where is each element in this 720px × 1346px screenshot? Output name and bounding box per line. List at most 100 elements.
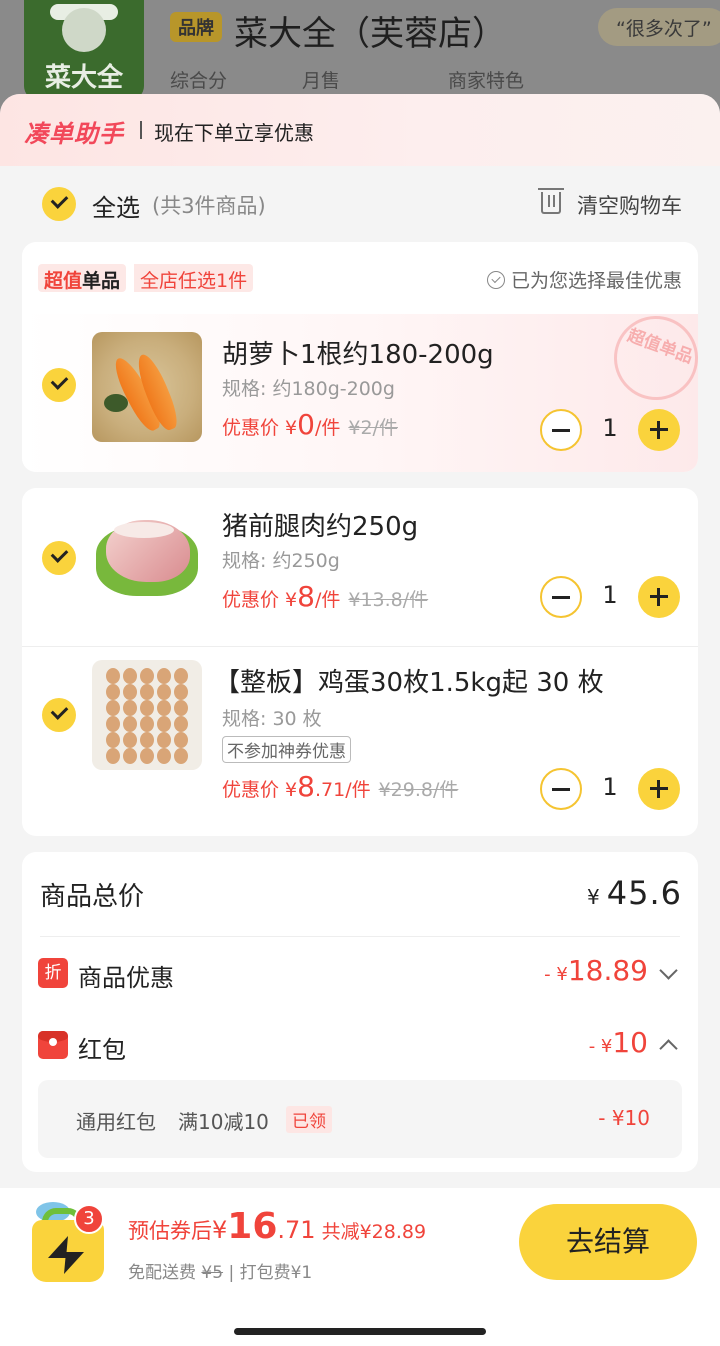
price-value: 0 xyxy=(297,408,315,441)
item-check-icon[interactable] xyxy=(42,698,76,732)
egg-shape xyxy=(157,668,171,684)
hongbao-value[interactable]: - ¥10 xyxy=(589,1026,648,1059)
egg-shape xyxy=(123,700,137,716)
item-spec: 规格: 30 枚 xyxy=(222,708,322,730)
egg-shape xyxy=(140,748,154,764)
summary-divider xyxy=(40,936,680,937)
order-helper-bar: 凑单助手 现在下单立享优惠 xyxy=(0,94,720,166)
item-check-icon[interactable] xyxy=(42,368,76,402)
original-price: ¥2/件 xyxy=(348,417,398,439)
estimated-price: 预估券后¥16.71 共减¥28.89 xyxy=(128,1206,426,1247)
fee-info: 免配送费 ¥5 | 打包费¥1 xyxy=(128,1258,312,1283)
deal-badge-dark: 单品 xyxy=(82,270,121,292)
items-card: 猪前腿肉约250g 规格: 约250g 优惠价 ¥8/件 ¥13.8/件 1 【整… xyxy=(22,488,698,836)
check-circle-icon xyxy=(486,271,505,289)
estimate-symbol: ¥ xyxy=(212,1216,228,1244)
egg-shape xyxy=(106,684,120,700)
price-summary-card: 商品总价 ¥45.6 折 商品优惠 - ¥18.89 红包 - ¥10 通用红包… xyxy=(22,852,698,1172)
helper-divider xyxy=(140,121,142,139)
item-name[interactable]: 猪前腿肉约250g xyxy=(222,506,418,543)
cart-item-pork: 猪前腿肉约250g 规格: 约250g 优惠价 ¥8/件 ¥13.8/件 1 xyxy=(22,488,698,646)
quantity: 1 xyxy=(602,773,618,801)
select-all-label[interactable]: 全选 xyxy=(92,188,140,223)
egg-shape xyxy=(140,684,154,700)
plus-icon[interactable] xyxy=(638,576,680,618)
packing-fee: | 打包费¥1 xyxy=(228,1263,313,1283)
item-name[interactable]: 胡萝卜1根约180-200g xyxy=(222,334,494,371)
select-all-check-icon[interactable] xyxy=(42,187,76,221)
deal-card: 超值单品 全店任选1件 已为您选择最佳优惠 超值单品 胡萝卜1根约180-200… xyxy=(22,242,698,472)
hongbao-amount: 10 xyxy=(612,1026,648,1059)
egg-shape xyxy=(106,668,120,684)
item-name[interactable]: 【整板】鸡蛋30枚1.5kg起 30 枚 xyxy=(214,662,604,699)
egg-shape xyxy=(157,716,171,732)
cart-count-badge: 3 xyxy=(74,1204,104,1234)
free-delivery-label: 免配送费 xyxy=(128,1263,196,1283)
delivery-fee-original: ¥5 xyxy=(201,1263,224,1283)
carrot-image xyxy=(92,332,202,442)
egg-shape xyxy=(123,684,137,700)
cart-item-eggs: 【整板】鸡蛋30枚1.5kg起 30 枚 规格: 30 枚 不参加神券优惠 优惠… xyxy=(22,646,698,836)
price-value: 8 xyxy=(297,580,315,613)
deal-subtitle: 全店任选1件 xyxy=(134,264,254,292)
helper-logo: 凑单助手 xyxy=(24,120,124,148)
egg-shape xyxy=(174,716,188,732)
original-price: ¥29.8/件 xyxy=(378,779,459,801)
item-count: (共3件商品) xyxy=(152,194,266,218)
egg-shape xyxy=(157,684,171,700)
estimate-decimal: .71 xyxy=(277,1216,316,1244)
red-packet-amount: - ¥10 xyxy=(598,1106,650,1130)
store-logo: 菜大全 xyxy=(24,0,144,100)
egg-shape xyxy=(174,684,188,700)
price-label: 优惠价 ¥ xyxy=(222,779,298,801)
total-label: 商品总价 xyxy=(40,882,145,912)
item-price: 优惠价 ¥0/件 ¥2/件 xyxy=(222,408,398,441)
discount-label[interactable]: 商品优惠 xyxy=(78,958,174,993)
trash-icon[interactable] xyxy=(538,188,564,214)
total-saved: 共减¥28.89 xyxy=(321,1221,427,1243)
deal-stamp: 超值单品 xyxy=(602,304,698,412)
cart-sheet: 凑单助手 现在下单立享优惠 全选 (共3件商品) 清空购物车 超值单品 全店任选… xyxy=(0,94,720,1346)
brand-tag: 品牌 xyxy=(170,12,222,42)
checkout-bar: 3 预估券后¥16.71 共减¥28.89 免配送费 ¥5 | 打包费¥1 去结算 xyxy=(0,1188,720,1346)
deal-header: 超值单品 全店任选1件 已为您选择最佳优惠 xyxy=(22,242,698,314)
clear-cart-button[interactable]: 清空购物车 xyxy=(577,190,682,220)
item-price: 优惠价 ¥8/件 ¥13.8/件 xyxy=(222,580,428,613)
egg-shape xyxy=(140,700,154,716)
plus-icon[interactable] xyxy=(638,409,680,451)
egg-shape xyxy=(140,668,154,684)
egg-shape xyxy=(106,716,120,732)
red-packet-rule: 满10减10 xyxy=(178,1110,269,1134)
total-symbol: ¥ xyxy=(587,885,601,909)
egg-shape xyxy=(157,700,171,716)
egg-shape xyxy=(174,700,188,716)
deal-badge-red: 超值 xyxy=(44,270,83,292)
price-label: 优惠价 ¥ xyxy=(222,589,298,611)
red-packet-claimed-badge: 已领 xyxy=(286,1106,332,1133)
minus-icon[interactable] xyxy=(540,409,582,451)
discount-amount: 18.89 xyxy=(567,954,648,987)
egg-shape xyxy=(157,748,171,764)
stat-feature-label: 商家特色 xyxy=(448,70,525,92)
stat-score-label: 综合分 xyxy=(170,70,228,92)
egg-shape xyxy=(123,716,137,732)
plus-icon[interactable] xyxy=(638,768,680,810)
eggs-image xyxy=(92,660,202,770)
minus-icon[interactable] xyxy=(540,768,582,810)
price-unit: /件 xyxy=(314,417,341,439)
discount-icon: 折 xyxy=(38,958,68,988)
egg-shape xyxy=(106,748,120,764)
best-deal-note: 已为您选择最佳优惠 xyxy=(486,266,682,293)
chevron-up-icon[interactable] xyxy=(659,1039,678,1058)
item-check-icon[interactable] xyxy=(42,541,76,575)
estimate-integer: 16 xyxy=(227,1206,278,1247)
discount-prefix: - xyxy=(544,964,557,985)
egg-shape xyxy=(123,748,137,764)
minus-icon[interactable] xyxy=(540,576,582,618)
stat-sales-label: 月售 xyxy=(302,70,341,92)
hongbao-label[interactable]: 红包 xyxy=(78,1030,126,1065)
chevron-down-icon[interactable] xyxy=(659,961,678,980)
checkout-button[interactable]: 去结算 xyxy=(519,1204,697,1280)
discount-value[interactable]: - ¥18.89 xyxy=(544,954,648,987)
egg-shape xyxy=(106,732,120,748)
